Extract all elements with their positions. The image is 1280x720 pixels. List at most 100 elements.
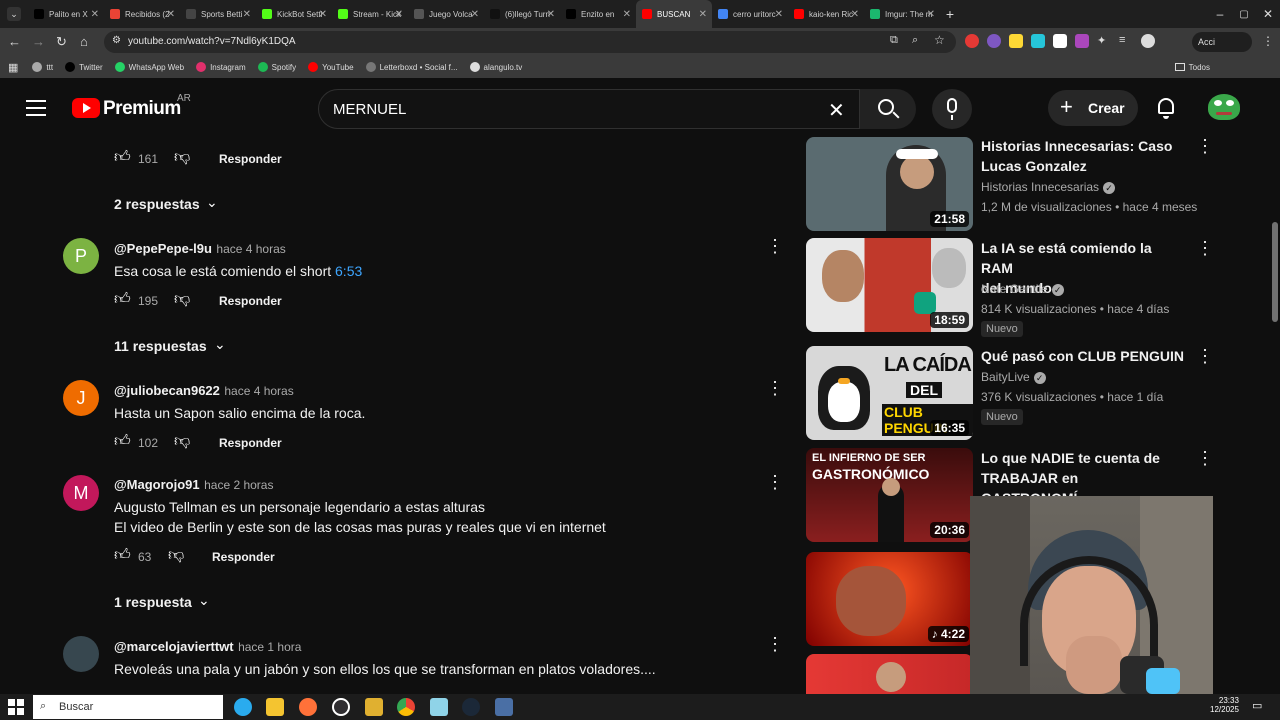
view-replies-button[interactable]: 1 respuesta ⌄ — [114, 592, 224, 612]
close-tab-icon[interactable]: ✕ — [775, 9, 783, 20]
media-control-icon[interactable]: ≡ — [1119, 34, 1133, 48]
search-input[interactable]: MERNUEL — [333, 101, 406, 118]
browser-tab[interactable]: kaio-ken Ric ✕ — [788, 0, 864, 28]
reply-button[interactable]: Responder — [212, 550, 275, 564]
browser-tab[interactable]: BUSCAN ✕ — [636, 0, 712, 28]
video-title[interactable]: Historias Innecesarias: Caso Lucas Gonza… — [981, 136, 1186, 176]
comment-menu-icon[interactable]: ⋮ — [766, 472, 784, 493]
home-icon[interactable]: ⌂ — [80, 34, 88, 49]
bookmark-item[interactable]: Letterboxd • Social f... — [365, 62, 458, 72]
forward-icon[interactable]: → — [32, 34, 45, 49]
taskbar-clock[interactable]: 23:33 12/2025 — [1210, 696, 1239, 714]
browser-menu-icon[interactable]: ⋮ — [1262, 34, 1274, 48]
thumbs-down-icon[interactable]: 👎︎ — [174, 290, 190, 309]
search-button[interactable] — [860, 89, 916, 129]
close-tab-icon[interactable]: ✕ — [91, 9, 99, 20]
comment-menu-icon[interactable]: ⋮ — [766, 236, 784, 257]
video-thumbnail[interactable] — [806, 654, 973, 694]
thumbs-down-icon[interactable]: 👎︎ — [168, 546, 184, 565]
browser-tab[interactable]: Enzito en ✕ — [560, 0, 636, 28]
clear-search-icon[interactable]: ✕ — [828, 98, 845, 123]
telegram-icon[interactable] — [234, 698, 252, 716]
close-tab-icon[interactable]: ✕ — [167, 9, 175, 20]
close-tab-icon[interactable]: ✕ — [927, 9, 935, 20]
cast-icon[interactable]: ⧉ — [890, 34, 898, 47]
bookmark-item[interactable]: WhatsApp Web — [114, 62, 184, 72]
chrome-icon[interactable] — [397, 698, 415, 716]
close-tab-icon[interactable]: ✕ — [319, 9, 327, 20]
avatar[interactable]: M — [63, 475, 99, 511]
timestamp-link[interactable]: 6:53 — [335, 263, 362, 279]
comment-time[interactable]: hace 4 horas — [216, 242, 285, 256]
search-box[interactable]: MERNUEL ✕ — [318, 89, 860, 129]
app-medal-icon[interactable] — [365, 698, 383, 716]
bookmark-item[interactable]: Spotify — [257, 62, 296, 72]
calculator-icon[interactable] — [495, 698, 513, 716]
thumbs-up-icon[interactable]: 👍︎ — [114, 546, 131, 565]
obs-icon[interactable] — [332, 698, 350, 716]
video-menu-icon[interactable]: ⋮ — [1196, 346, 1214, 367]
channel-name[interactable]: Historias Innecesarias ✓ — [981, 180, 1116, 194]
video-menu-icon[interactable]: ⋮ — [1196, 238, 1214, 259]
reply-button[interactable]: Responder — [219, 294, 282, 308]
youtube-logo[interactable]: Premium AR — [72, 93, 192, 122]
taskbar-search[interactable]: ⌕ Buscar — [33, 695, 223, 719]
close-window-button[interactable]: ✕ — [1256, 7, 1280, 21]
avatar[interactable]: P — [63, 238, 99, 274]
view-replies-button[interactable]: 2 respuestas ⌄ — [114, 194, 234, 214]
create-button[interactable]: + Crear — [1048, 90, 1138, 126]
comment-author[interactable]: @marcelojavierttwt — [114, 639, 234, 654]
reply-button[interactable]: Responder — [219, 436, 282, 450]
extension-icon[interactable] — [1075, 34, 1089, 48]
notifications-button[interactable] — [1154, 96, 1178, 120]
account-avatar[interactable] — [1208, 94, 1242, 122]
puzzle-icon[interactable]: ✦ — [1097, 34, 1111, 48]
video-thumbnail[interactable]: EL INFIERNO DE SER GASTRONÓMICO 20:36 — [806, 448, 973, 542]
comment-time[interactable]: hace 4 horas — [224, 384, 293, 398]
comment-time[interactable]: hace 2 horas — [204, 478, 273, 492]
comment-author[interactable]: @juliobecan9622 — [114, 383, 220, 398]
thumbs-up-icon[interactable]: 👍︎ — [114, 148, 131, 167]
profile-button[interactable]: Acci — [1192, 32, 1252, 52]
start-button[interactable] — [8, 699, 24, 715]
minimize-button[interactable]: – — [1208, 7, 1232, 21]
bookmark-item[interactable]: ttt — [32, 62, 53, 72]
extension-icon[interactable] — [1009, 34, 1023, 48]
video-thumbnail[interactable]: LA CAÍDA DEL CLUB PENGUIN 16:35 — [806, 346, 973, 440]
page-scrollbar[interactable] — [1270, 136, 1280, 694]
channel-name[interactable]: Nate Gentile ✓ — [981, 282, 1064, 296]
close-tab-icon[interactable]: ✕ — [851, 9, 859, 20]
browser-tab[interactable]: Palito en X ✕ — [28, 0, 104, 28]
reply-button[interactable]: Responder — [219, 152, 282, 166]
browser-tab[interactable]: Stream - Kick ✕ — [332, 0, 408, 28]
thumbs-up-icon[interactable]: 👍︎ — [114, 290, 131, 309]
site-info-icon[interactable]: ⚙ — [112, 35, 121, 46]
extension-icon[interactable] — [1053, 34, 1067, 48]
comment-menu-icon[interactable]: ⋮ — [766, 378, 784, 399]
close-tab-icon[interactable]: ✕ — [395, 9, 403, 20]
menu-icon[interactable] — [26, 100, 46, 116]
steam-icon[interactable] — [462, 698, 480, 716]
file-explorer-icon[interactable] — [266, 698, 284, 716]
browser-tab[interactable]: Recibidos (2 ✕ — [104, 0, 180, 28]
reload-icon[interactable]: ↻ — [56, 34, 67, 50]
video-menu-icon[interactable]: ⋮ — [1196, 448, 1214, 469]
new-tab-button[interactable]: + — [940, 6, 960, 22]
comment-author[interactable]: @PepePepe-l9u — [114, 241, 212, 256]
all-bookmarks-folder[interactable]: Todos — [1174, 63, 1210, 72]
video-menu-icon[interactable]: ⋮ — [1196, 136, 1214, 157]
comment-menu-icon[interactable]: ⋮ — [766, 634, 784, 655]
video-thumbnail[interactable]: 21:58 — [806, 137, 973, 231]
extension-icon[interactable] — [1031, 34, 1045, 48]
browser-tab[interactable]: KickBot Setti ✕ — [256, 0, 332, 28]
browser-tab[interactable]: cerro uritorc ✕ — [712, 0, 788, 28]
avatar[interactable]: J — [63, 380, 99, 416]
bookmark-item[interactable]: YouTube — [308, 62, 354, 72]
extension-icon[interactable] — [965, 34, 979, 48]
thumbs-down-icon[interactable]: 👎︎ — [174, 148, 190, 167]
close-tab-icon[interactable]: ✕ — [471, 9, 479, 20]
comment-time[interactable]: hace 1 hora — [238, 640, 301, 654]
close-tab-icon[interactable]: ✕ — [547, 9, 555, 20]
firefox-icon[interactable] — [299, 698, 317, 716]
close-tab-icon[interactable]: ✕ — [699, 9, 707, 20]
